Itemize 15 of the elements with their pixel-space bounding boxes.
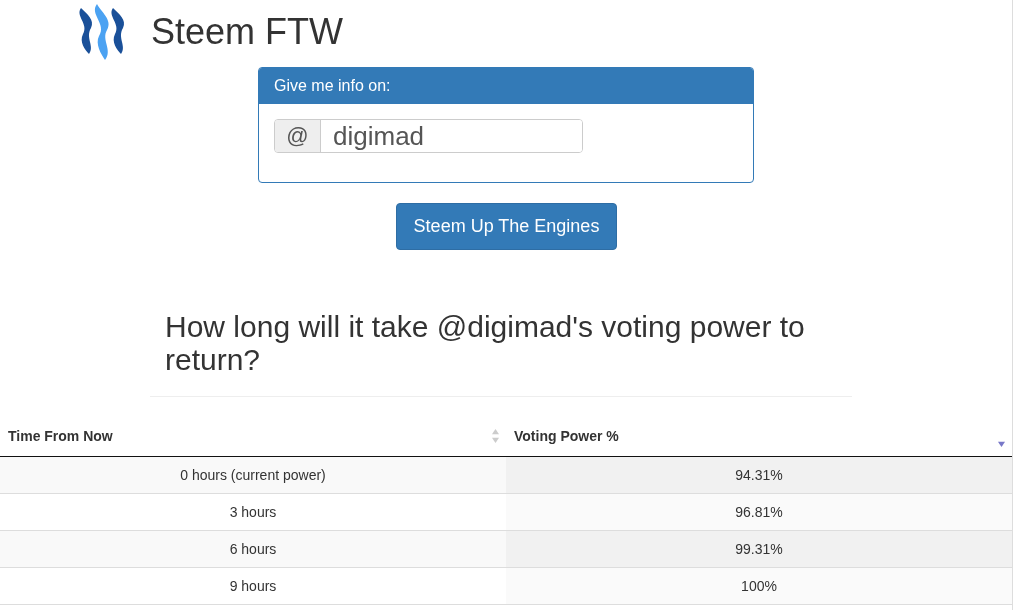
site-title: Steem FTW <box>151 11 343 53</box>
table-cell: 96.81% <box>506 493 1012 531</box>
table-cell: 9 hours <box>0 567 506 605</box>
column-header[interactable]: Voting Power % <box>514 427 619 444</box>
table-cell: 0 hours (current power) <box>0 456 506 494</box>
table-cell: 99.31% <box>506 530 1012 568</box>
question-heading: How long will it take @digimad's voting power to return? <box>165 310 806 376</box>
username-field[interactable]: @ digimad <box>274 119 583 153</box>
submit-button[interactable]: Steem Up The Engines <box>395 203 618 250</box>
table-cell: 6 hours <box>0 530 506 568</box>
panel-heading: Give me info on: <box>274 77 391 94</box>
table-cell: 94.31% <box>506 456 1012 494</box>
column-header[interactable]: Time From Now <box>8 427 113 444</box>
table-cell: 3 hours <box>0 493 506 531</box>
table-cell: 100% <box>506 567 1012 605</box>
